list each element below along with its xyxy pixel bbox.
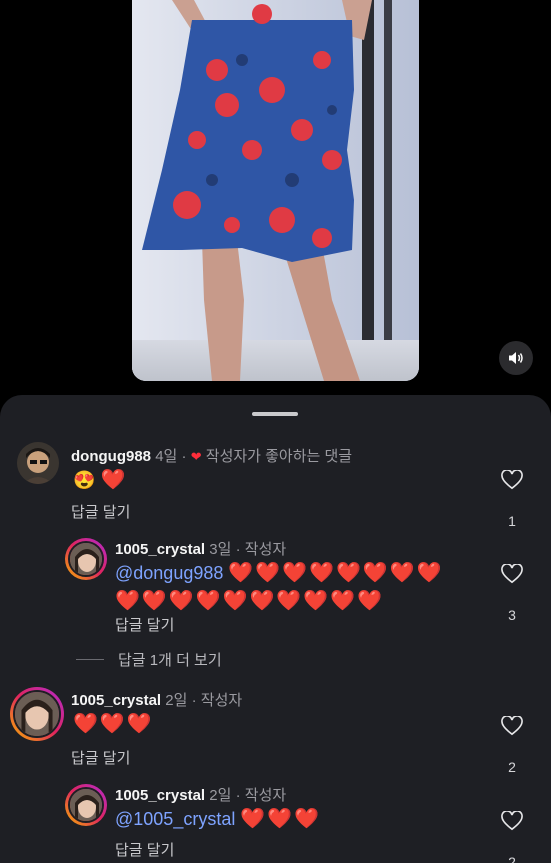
- comment-hearts: ❤️❤️❤️: [240, 808, 322, 830]
- comment-hearts: ❤️❤️❤️❤️❤️❤️❤️❤️: [228, 562, 444, 584]
- sheet-drag-handle[interactable]: [252, 412, 298, 416]
- speaker-icon: [509, 352, 523, 364]
- comment-time: 2일: [165, 692, 188, 709]
- like-button[interactable]: 2: [500, 715, 524, 775]
- avatar[interactable]: [65, 538, 107, 580]
- comment-time: 4일: [155, 448, 178, 465]
- author-badge: 작성자: [244, 787, 287, 804]
- separator: ·: [181, 448, 187, 465]
- heart-outline-icon: [501, 715, 523, 736]
- divider: [76, 659, 104, 660]
- like-button[interactable]: 2: [500, 810, 524, 863]
- author-badge: 작성자: [244, 541, 287, 558]
- comment-username[interactable]: 1005_crystal: [115, 787, 205, 804]
- creator-liked-badge: 작성자가 좋아하는 댓글: [205, 448, 353, 465]
- mention-link[interactable]: @1005_crystal: [115, 809, 235, 829]
- comment-username[interactable]: 1005_crystal: [115, 541, 205, 558]
- sound-toggle-button[interactable]: [499, 341, 533, 375]
- separator: ·: [235, 787, 241, 804]
- comment-time: 2일: [209, 787, 232, 804]
- reply-button[interactable]: 답글 달기: [115, 839, 174, 860]
- reply-button[interactable]: 답글 달기: [71, 747, 130, 768]
- like-button[interactable]: 3: [500, 563, 524, 623]
- heart-outline-icon: [501, 469, 523, 490]
- view-more-replies-label: 답글 1개 더 보기: [118, 652, 222, 669]
- comment-emoji: 😍: [73, 470, 96, 490]
- comment-hearts: ❤️❤️❤️: [73, 713, 154, 735]
- video-player[interactable]: [132, 0, 419, 381]
- separator: ·: [191, 692, 197, 709]
- comment-hearts: ❤️❤️❤️❤️❤️❤️❤️❤️❤️❤️: [115, 590, 385, 612]
- comments-sheet: dongug988 4일 · ❤ 작성자가 좋아하는 댓글 😍 ❤️ 답글 달기…: [0, 395, 551, 863]
- like-count: 2: [508, 759, 516, 775]
- creator-liked-heart-icon: ❤: [190, 449, 202, 464]
- comment-time: 3일: [209, 541, 232, 558]
- avatar[interactable]: [17, 442, 59, 484]
- like-count: 3: [508, 607, 516, 623]
- separator: ·: [235, 541, 241, 558]
- view-more-replies-button[interactable]: 답글 1개 더 보기: [76, 649, 222, 670]
- mention-link[interactable]: @dongug988: [115, 563, 223, 583]
- reply-button[interactable]: 답글 달기: [115, 614, 174, 635]
- heart-outline-icon: [501, 810, 523, 831]
- like-button[interactable]: 1: [500, 469, 524, 529]
- heart-outline-icon: [501, 563, 523, 584]
- reply-button[interactable]: 답글 달기: [71, 501, 130, 522]
- like-count: 2: [508, 854, 516, 863]
- author-badge: 작성자: [200, 692, 243, 709]
- avatar[interactable]: [65, 784, 107, 826]
- comment-hearts: ❤️: [100, 469, 128, 491]
- like-count: 1: [508, 513, 516, 529]
- comment-username[interactable]: 1005_crystal: [71, 692, 161, 709]
- comment-username[interactable]: dongug988: [71, 448, 151, 465]
- video-frame: [132, 0, 419, 381]
- avatar[interactable]: [10, 687, 64, 741]
